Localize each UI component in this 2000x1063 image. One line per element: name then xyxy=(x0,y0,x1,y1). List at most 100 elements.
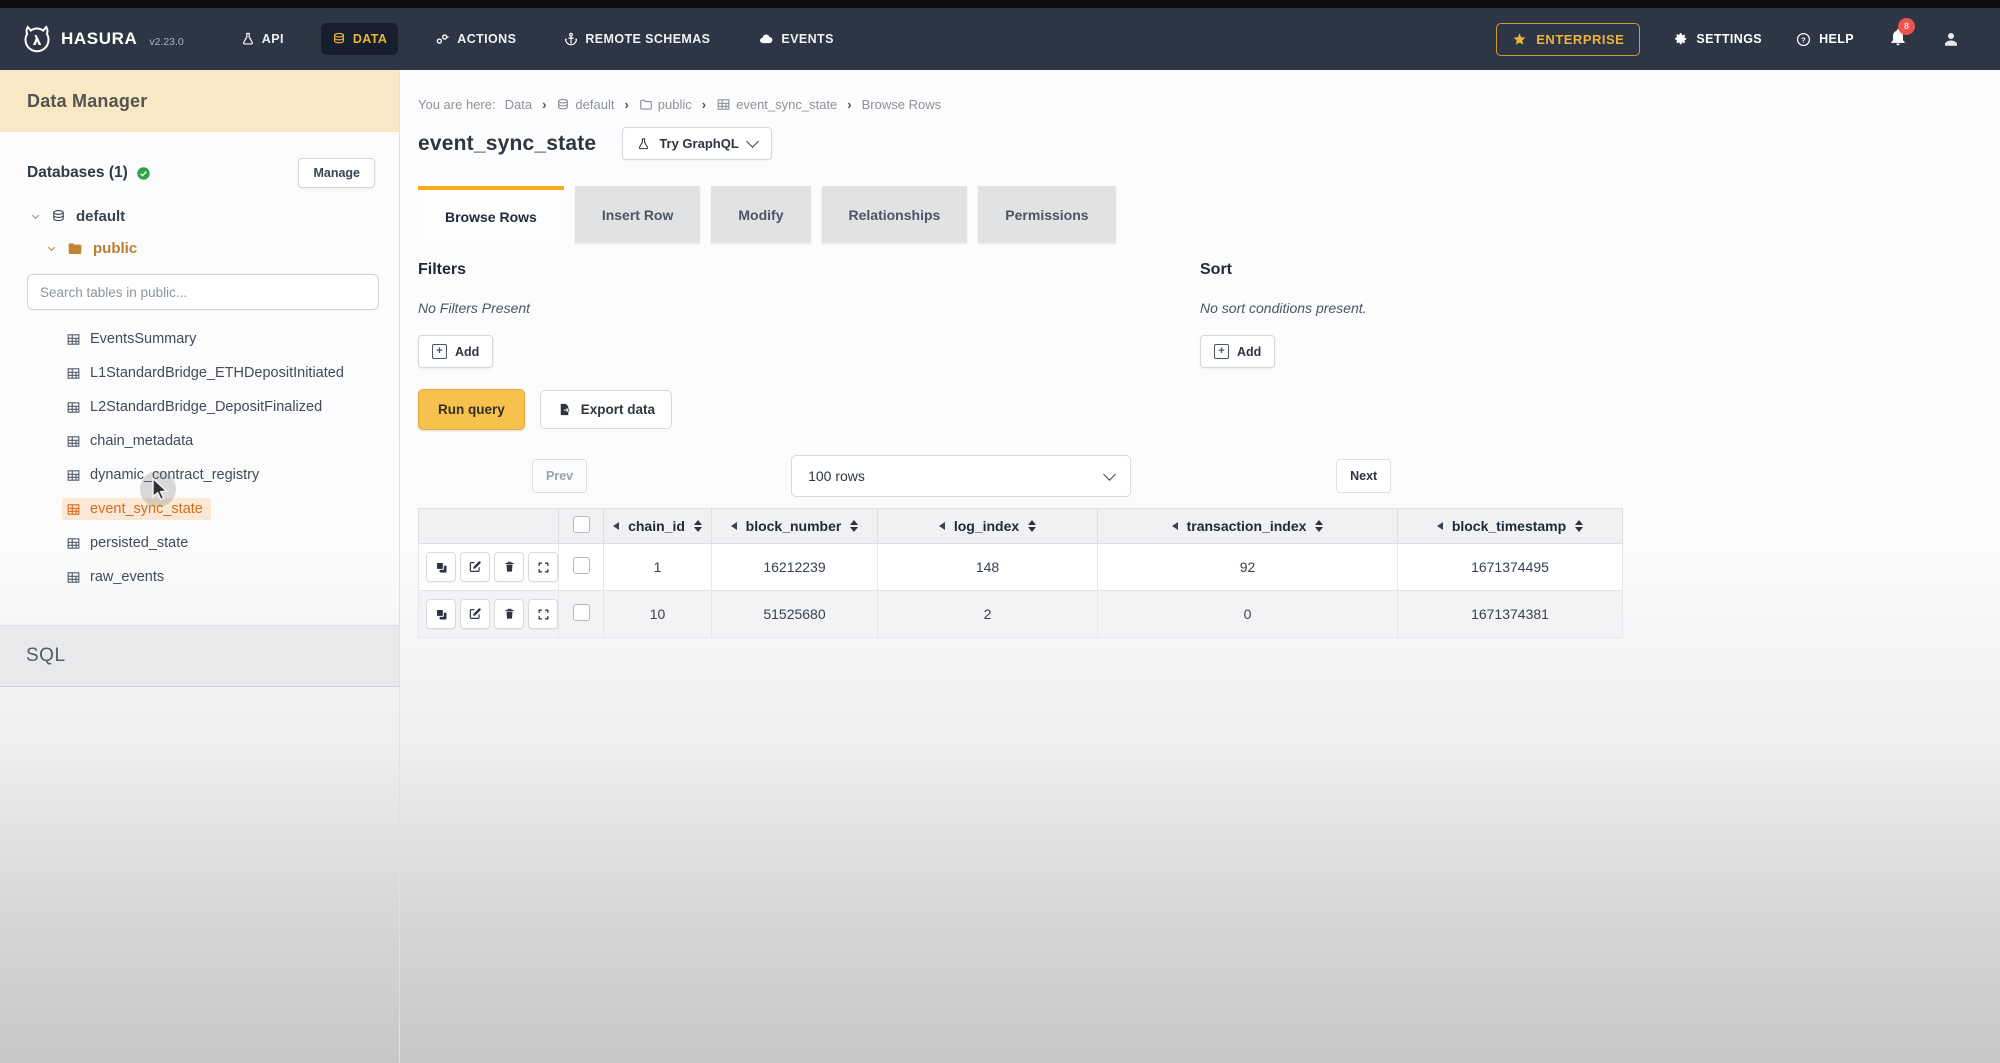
nav-item-remote-schemas[interactable]: REMOTE SCHEMAS xyxy=(553,23,721,55)
rows-per-page-value: 100 rows xyxy=(808,468,865,484)
notifications-button[interactable]: 8 xyxy=(1888,27,1908,52)
sidebar-table-item-dynamic-contract-registry[interactable]: dynamic_contract_registry xyxy=(0,458,399,492)
sort-icon[interactable] xyxy=(1028,520,1036,532)
table-icon xyxy=(66,400,81,415)
clone-row-button[interactable] xyxy=(426,552,456,582)
row-actions-header xyxy=(419,509,559,544)
export-data-button[interactable]: Export data xyxy=(540,390,672,429)
breadcrumb-item-data[interactable]: Data xyxy=(505,97,532,112)
try-graphql-button[interactable]: Try GraphQL xyxy=(622,127,771,160)
table-item-label: raw_events xyxy=(90,569,164,585)
nav-item-data[interactable]: DATA xyxy=(321,23,398,55)
svg-text:?: ? xyxy=(1801,35,1806,44)
chevron-down-icon[interactable] xyxy=(30,211,41,222)
sidebar-table-item-persisted-state[interactable]: persisted_state xyxy=(0,526,399,560)
row-checkbox[interactable] xyxy=(573,604,590,621)
cell-block-timestamp: 1671374381 xyxy=(1398,591,1623,638)
page-title-row: event_sync_state Try GraphQL xyxy=(418,127,2000,160)
add-filter-label: Add xyxy=(455,345,479,359)
settings-button[interactable]: SETTINGS xyxy=(1674,32,1762,46)
sidebar-table-item-event-sync-state[interactable]: event_sync_state xyxy=(0,492,399,526)
manage-button[interactable]: Manage xyxy=(298,158,375,188)
next-page-button[interactable]: Next xyxy=(1336,459,1391,493)
breadcrumb-separator: › xyxy=(624,97,628,112)
collapse-column-icon[interactable] xyxy=(731,522,737,530)
clone-icon xyxy=(434,607,449,622)
tree-node-database[interactable]: default xyxy=(30,208,399,225)
sidebar-item-sql[interactable]: SQL xyxy=(0,625,399,687)
tree-schema-label: public xyxy=(93,240,137,257)
expand-icon xyxy=(537,561,550,574)
sort-title: Sort xyxy=(1200,261,2000,279)
clone-icon xyxy=(434,560,449,575)
collapse-column-icon[interactable] xyxy=(939,522,945,530)
edit-icon xyxy=(468,607,482,621)
help-button[interactable]: ? HELP xyxy=(1796,32,1854,47)
sidebar-table-item-l2standardbridge-depositfinalized[interactable]: L2StandardBridge_DepositFinalized xyxy=(0,390,399,424)
run-query-button[interactable]: Run query xyxy=(418,389,525,430)
nav-item-api[interactable]: API xyxy=(230,23,295,55)
tree-node-schema[interactable]: public xyxy=(46,240,399,257)
export-data-label: Export data xyxy=(581,402,655,417)
add-filter-button[interactable]: + Add xyxy=(418,335,493,368)
add-sort-button[interactable]: + Add xyxy=(1200,335,1275,368)
sort-icon[interactable] xyxy=(694,520,702,532)
table-row: 116212239148921671374495 xyxy=(419,544,1623,591)
folder-icon xyxy=(67,241,83,257)
tab-label: Modify xyxy=(738,207,783,223)
table-item-label: EventsSummary xyxy=(90,331,196,347)
select-all-checkbox[interactable] xyxy=(573,516,590,533)
brand[interactable]: HASURA v2.23.0 xyxy=(22,24,184,54)
chevron-down-icon[interactable] xyxy=(46,243,57,254)
collapse-column-icon[interactable] xyxy=(1437,522,1443,530)
page-title: event_sync_state xyxy=(418,132,596,156)
nav-item-label: ACTIONS xyxy=(457,32,516,46)
enterprise-button[interactable]: ENTERPRISE xyxy=(1496,23,1640,56)
breadcrumb-item-default[interactable]: default xyxy=(556,97,614,112)
breadcrumb-item-event-sync-state[interactable]: event_sync_state xyxy=(716,97,837,112)
delete-row-button[interactable] xyxy=(494,599,524,629)
top-navbar: HASURA v2.23.0 API DATA ACTIONS REMOTE SCHE… xyxy=(0,8,2000,70)
search-tables-input[interactable] xyxy=(27,274,379,310)
sidebar-table-item-l1standardbridge-ethdepositinitiated[interactable]: L1StandardBridge_ETHDepositInitiated xyxy=(0,356,399,390)
sidebar-table-item-eventssummary[interactable]: EventsSummary xyxy=(0,322,399,356)
sort-icon[interactable] xyxy=(1315,520,1323,532)
sort-icon[interactable] xyxy=(850,520,858,532)
edit-row-button[interactable] xyxy=(460,599,490,629)
expand-row-button[interactable] xyxy=(528,552,558,582)
nav-item-events[interactable]: EVENTS xyxy=(747,23,844,55)
row-checkbox[interactable] xyxy=(573,557,590,574)
breadcrumb-label: Data xyxy=(505,97,532,112)
sort-icon[interactable] xyxy=(1575,520,1583,532)
nav-item-label: API xyxy=(262,32,284,46)
sidebar-table-item-raw-events[interactable]: raw_events xyxy=(0,560,399,594)
collapse-column-icon[interactable] xyxy=(613,522,619,530)
brand-name: HASURA xyxy=(61,29,137,49)
tab-browse-rows[interactable]: Browse Rows xyxy=(418,186,564,243)
tab-modify[interactable]: Modify xyxy=(711,186,810,243)
remote-schemas-icon xyxy=(564,32,578,46)
tab-label: Browse Rows xyxy=(445,209,537,225)
delete-row-button[interactable] xyxy=(494,552,524,582)
breadcrumb-separator: › xyxy=(542,97,546,112)
cloud-icon xyxy=(758,32,774,46)
clone-row-button[interactable] xyxy=(426,599,456,629)
sidebar-table-item-chain-metadata[interactable]: chain_metadata xyxy=(0,424,399,458)
databases-label: Databases (1) xyxy=(27,164,128,182)
tab-insert-row[interactable]: Insert Row xyxy=(575,186,701,243)
column-header-label: block_timestamp xyxy=(1452,518,1566,534)
nav-item-actions[interactable]: ACTIONS xyxy=(424,23,527,56)
tab-relationships[interactable]: Relationships xyxy=(822,186,968,243)
rows-per-page-select[interactable]: 100 rows xyxy=(791,455,1131,497)
star-icon xyxy=(1512,32,1527,47)
edit-row-button[interactable] xyxy=(460,552,490,582)
cell-chain-id: 1 xyxy=(604,544,712,591)
user-avatar-button[interactable] xyxy=(1942,30,1960,48)
breadcrumb-item-browse-rows[interactable]: Browse Rows xyxy=(862,97,941,112)
prev-page-button[interactable]: Prev xyxy=(532,459,587,493)
tab-permissions[interactable]: Permissions xyxy=(978,186,1115,243)
cell-transaction-index: 92 xyxy=(1098,544,1398,591)
collapse-column-icon[interactable] xyxy=(1172,522,1178,530)
breadcrumb-item-public[interactable]: public xyxy=(639,97,692,112)
expand-row-button[interactable] xyxy=(528,599,558,629)
